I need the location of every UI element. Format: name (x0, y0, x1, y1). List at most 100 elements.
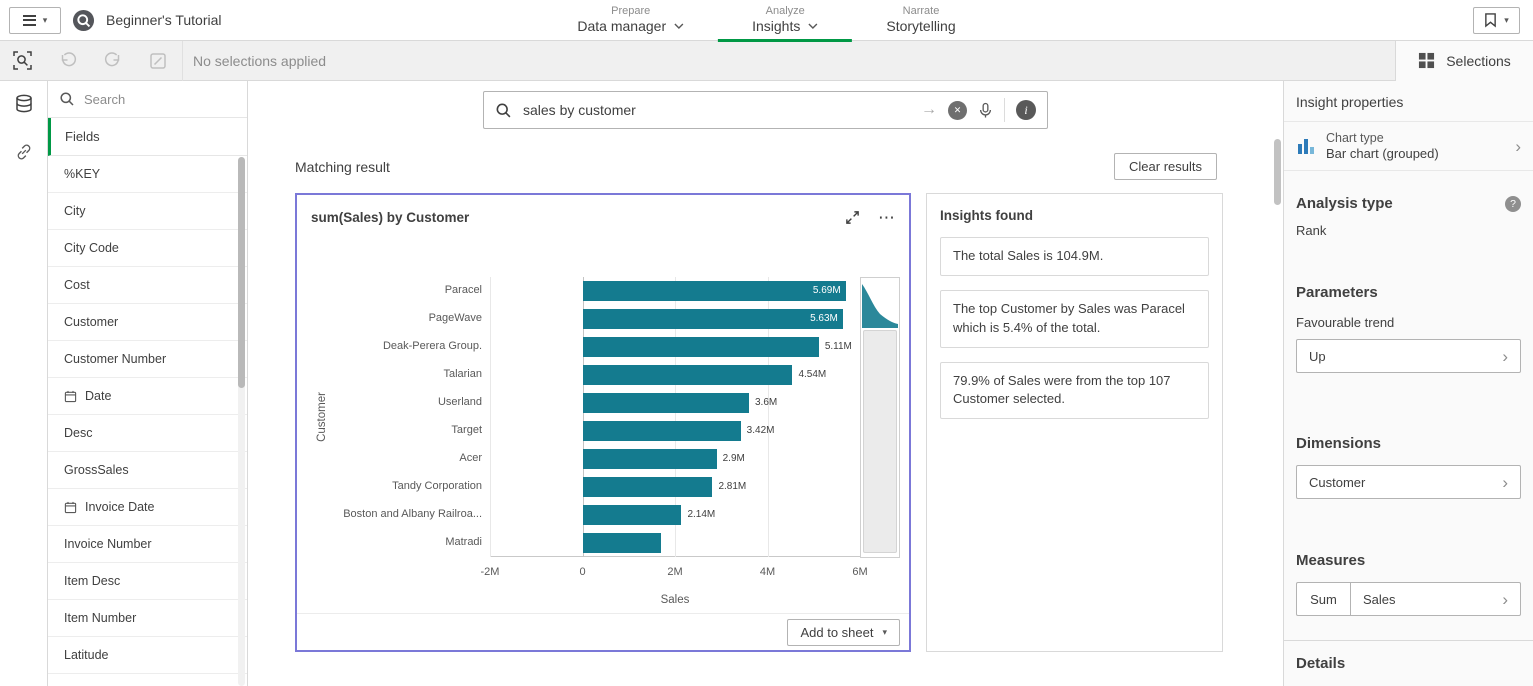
bar[interactable] (583, 365, 793, 385)
info-icon[interactable]: i (1016, 100, 1036, 120)
favourable-trend-select[interactable]: Up › (1296, 339, 1521, 373)
topbar-right: ▾ (1473, 7, 1533, 34)
links-button[interactable] (14, 142, 34, 162)
help-icon[interactable]: ? (1505, 196, 1521, 212)
nav-item-insights[interactable]: AnalyzeInsights (718, 0, 852, 41)
properties-sections: Analysis type ? Rank Parameters Favourab… (1284, 195, 1533, 616)
global-menu-button[interactable]: ▾ (9, 7, 61, 34)
bar[interactable] (583, 337, 819, 357)
bar[interactable] (583, 505, 682, 525)
searchbar-divider (1004, 98, 1005, 122)
bar-value-label: 2.81M (718, 477, 746, 497)
insight-item[interactable]: The top Customer by Sales was Paracel wh… (940, 290, 1209, 348)
measure-aggregation[interactable]: Sum (1296, 582, 1351, 616)
selections-tool-button[interactable]: Selections (1395, 41, 1533, 81)
insight-properties-panel: Insight properties Chart type Bar chart … (1283, 81, 1533, 686)
fields-scrollbar[interactable] (238, 157, 245, 686)
chart-type-texts: Chart type Bar chart (grouped) (1326, 131, 1505, 161)
insight-item[interactable]: The total Sales is 104.9M. (940, 237, 1209, 276)
chart-type-row[interactable]: Chart type Bar chart (grouped) › (1284, 122, 1533, 171)
step-forward-button[interactable] (90, 41, 135, 81)
expand-chart-button[interactable] (845, 210, 860, 225)
y-axis-category-label: Matradi (300, 536, 482, 548)
bar[interactable] (583, 477, 713, 497)
nav-item-data-manager[interactable]: PrepareData manager (543, 0, 718, 41)
chart-card[interactable]: sum(Sales) by Customer ⋯ Customer Sales … (295, 193, 911, 652)
y-axis-category-label: Userland (300, 396, 482, 408)
field-item-cost[interactable]: Cost (48, 267, 247, 304)
data-model-button[interactable] (13, 93, 35, 115)
clear-results-button[interactable]: Clear results (1114, 153, 1217, 180)
chart-type-label: Chart type (1326, 131, 1505, 145)
field-label: %KEY (64, 167, 100, 181)
field-item-grosssales[interactable]: GrossSales (48, 452, 247, 489)
bar[interactable]: 5.63M (583, 309, 843, 329)
nav-label-row: Data manager (577, 18, 684, 34)
main-scrollbar-thumb[interactable] (1274, 139, 1281, 205)
field-label: GrossSales (64, 463, 129, 477)
step-back-icon (58, 51, 78, 71)
insight-item[interactable]: 79.9% of Sales were from the top 107 Cus… (940, 362, 1209, 420)
field-item-key[interactable]: %KEY (48, 156, 247, 193)
clear-search-icon[interactable]: ✕ (948, 101, 967, 120)
field-item-item-desc[interactable]: Item Desc (48, 563, 247, 600)
nav-label-row: Insights (752, 18, 818, 34)
field-item-item-number[interactable]: Item Number (48, 600, 247, 637)
bar[interactable]: 5.69M (583, 281, 846, 301)
nav-item-storytelling[interactable]: NarrateStorytelling (852, 0, 989, 41)
navigator-scroll-thumb[interactable] (863, 330, 897, 553)
fields-panel: Fields %KEY City City Code CostCustomerCust… (48, 81, 248, 686)
fields-search-input[interactable] (84, 92, 248, 107)
caret-down-icon: ▾ (882, 628, 887, 637)
tab-fields[interactable]: Fields (48, 118, 247, 156)
insights-found-title: Insights found (940, 208, 1209, 223)
link-icon (14, 142, 34, 162)
topbar-left: ▾ Beginner's Tutorial (0, 7, 222, 34)
dimension-select[interactable]: Customer › (1296, 465, 1521, 499)
result-header: Matching result Clear results (248, 129, 1283, 180)
chevron-right-icon: › (1502, 591, 1508, 608)
field-item-invoice-date[interactable]: Invoice Date (48, 489, 247, 526)
bar[interactable] (583, 449, 717, 469)
field-item-latitude[interactable]: Latitude (48, 637, 247, 674)
bar-value-label: 3.42M (747, 421, 775, 441)
field-item-city[interactable]: City (48, 193, 247, 230)
parameters-heading: Parameters (1296, 284, 1521, 301)
field-item-desc[interactable]: Desc (48, 415, 247, 452)
insight-search-input[interactable] (523, 102, 910, 118)
smart-search-button[interactable] (0, 41, 45, 81)
field-label: Latitude (64, 648, 108, 662)
bar[interactable] (583, 533, 662, 553)
bar[interactable] (583, 393, 750, 413)
submit-search-icon[interactable]: → (921, 101, 937, 119)
step-back-button[interactable] (45, 41, 90, 81)
smart-search-icon (12, 50, 33, 71)
y-axis-category-label: Boston and Albany Railroa... (300, 508, 482, 520)
clear-selections-button[interactable] (135, 41, 180, 81)
y-axis-category-label: Deak-Perera Group. (300, 340, 482, 352)
field-item-customer-number[interactable]: Customer Number (48, 341, 247, 378)
field-label: City Code (64, 241, 119, 255)
bar[interactable] (583, 421, 741, 441)
x-tick-label: -2M (468, 566, 512, 578)
chart-navigator[interactable] (860, 277, 900, 558)
gridline (490, 277, 491, 557)
selections-toolbar: No selections applied Selections (0, 41, 1533, 81)
bar-chart-icon (1296, 136, 1316, 156)
measure-select[interactable]: Sales › (1351, 582, 1521, 616)
chevron-right-icon: › (1502, 474, 1508, 491)
field-item-city-code[interactable]: City Code (48, 230, 247, 267)
details-section[interactable]: Details (1284, 640, 1533, 686)
field-item-date[interactable]: Date (48, 378, 247, 415)
navigator-sparkline (861, 278, 899, 328)
field-item-invoice-number[interactable]: Invoice Number (48, 526, 247, 563)
field-item-customer[interactable]: Customer (48, 304, 247, 341)
more-options-icon[interactable]: ⋯ (878, 209, 895, 226)
voice-search-button[interactable] (978, 102, 993, 119)
field-item-longitude[interactable]: Longitude (48, 674, 247, 686)
fields-scrollbar-thumb[interactable] (238, 157, 245, 388)
favourable-trend-label: Favourable trend (1296, 315, 1521, 330)
bookmarks-button[interactable]: ▾ (1473, 7, 1520, 34)
field-label: Invoice Number (64, 537, 152, 551)
add-to-sheet-button[interactable]: Add to sheet ▾ (787, 619, 900, 646)
